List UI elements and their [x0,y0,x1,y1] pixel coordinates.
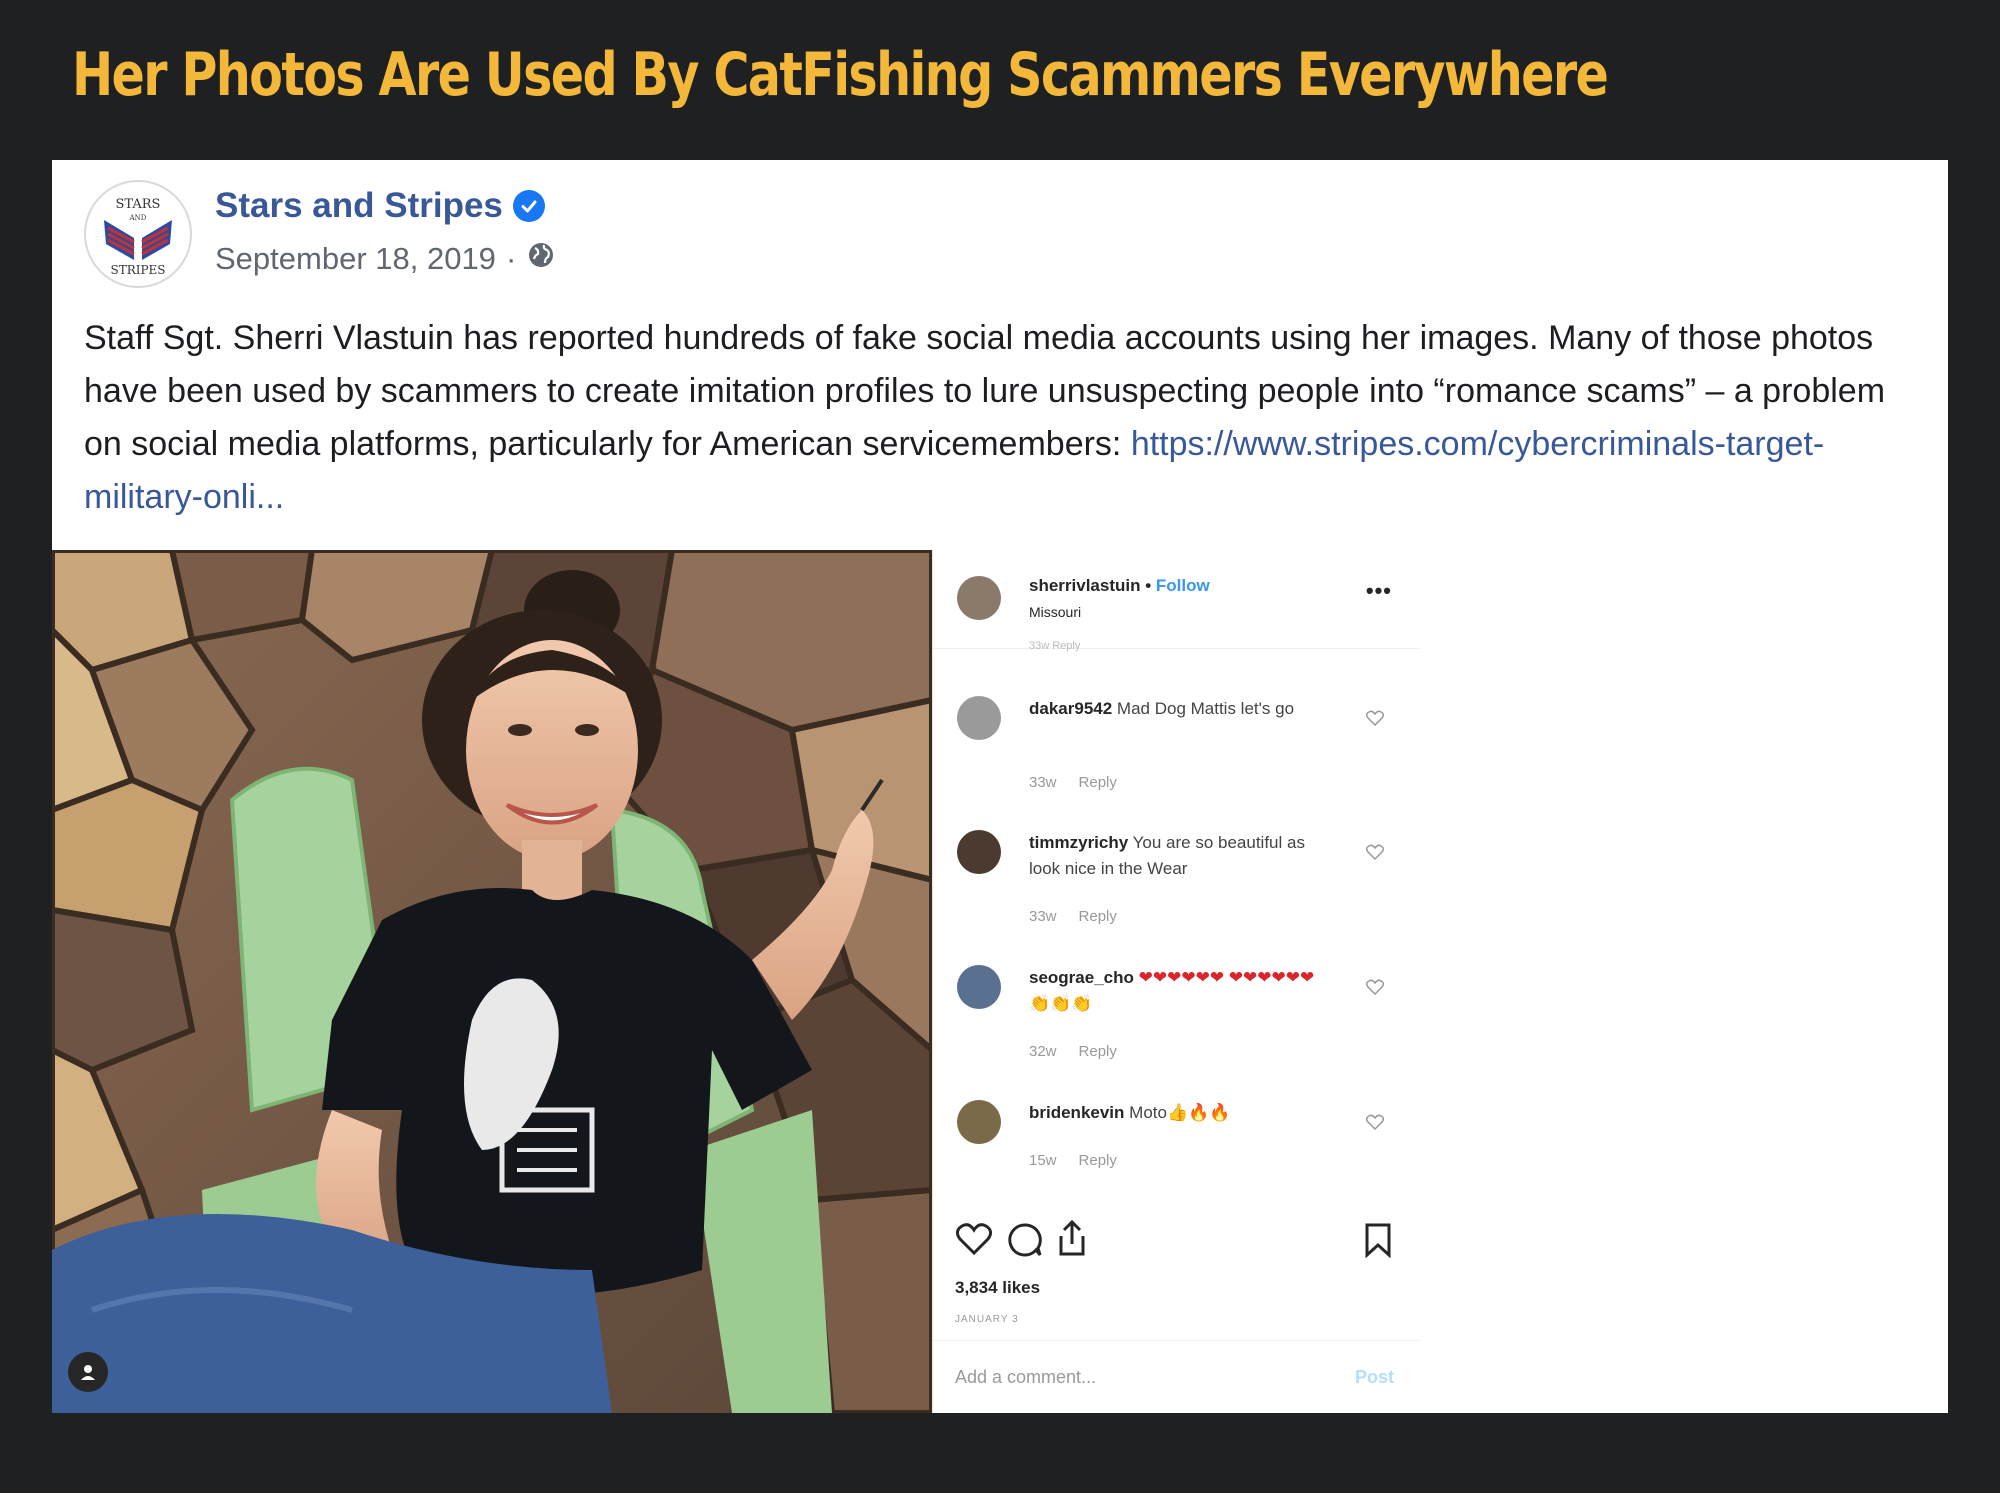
stars-and-stripes-logo: STARS AND STRIPES [88,184,188,284]
ig-location[interactable]: Missouri [1029,604,1081,620]
post-meta: September 18, 2019 · [215,240,556,278]
comment-user[interactable]: timmzyrichy [1029,833,1128,852]
globe-icon [526,240,556,278]
page-name[interactable]: Stars and Stripes [215,186,503,226]
reply-button[interactable]: Reply [1079,1152,1117,1169]
comment-avatar[interactable] [957,1100,1001,1144]
comment-meta: 32w Reply [1029,1043,1117,1060]
account-icon[interactable] [68,1352,108,1392]
like-comment-icon[interactable] [1366,844,1384,860]
comment-meta: 33w Reply [1029,774,1117,791]
comment-age: 32w [1029,1043,1057,1060]
ig-header: sherrivlastuin • Follow Missouri ••• [933,550,1419,649]
comment-age: 15w [1029,1152,1057,1169]
comment-text: bridenkevin Moto👍🔥🔥 [1029,1100,1329,1126]
comment-body: Moto👍🔥🔥 [1129,1103,1231,1122]
comment-avatar[interactable] [957,965,1001,1009]
ig-follow-button[interactable]: Follow [1156,576,1210,595]
ig-username-row: sherrivlastuin • Follow [1029,576,1210,596]
comment-text: timmzyrichy You are so beautiful as look… [1029,830,1329,882]
instagram-panel: sherrivlastuin • Follow Missouri ••• 33w… [932,550,1419,1413]
comment-user[interactable]: dakar9542 [1029,699,1112,718]
ig-username[interactable]: sherrivlastuin [1029,576,1141,595]
like-comment-icon[interactable] [1366,1114,1384,1130]
bookmark-icon[interactable] [1364,1222,1392,1258]
clipped-comment-meta: 33w Reply [1029,640,1081,652]
add-comment-bar: Add a comment... Post [933,1340,1419,1413]
reply-button[interactable]: Reply [1079,908,1117,925]
comment-age: 33w [1029,908,1057,925]
headline: Her Photos Are Used By CatFishing Scamme… [72,40,1609,110]
facebook-post-card: STARS AND STRIPES Stars and Stripes Sept… [52,160,1948,1413]
share-icon[interactable] [1055,1218,1089,1258]
comment-text: seograe_cho ❤❤❤❤❤❤ ❤❤❤❤❤❤👏👏👏 [1029,965,1329,1017]
like-comment-icon[interactable] [1366,710,1384,726]
svg-text:STRIPES: STRIPES [110,263,165,277]
likes-count[interactable]: 3,834 likes [955,1278,1040,1298]
ig-avatar[interactable] [957,576,1001,620]
comment-body: Mad Dog Mattis let's go [1116,699,1295,718]
reply-button[interactable]: Reply [1079,1043,1117,1060]
post-date[interactable]: September 18, 2019 [215,241,496,277]
comment-icon[interactable] [1007,1222,1043,1258]
verified-badge-icon [512,190,545,222]
page-name-link[interactable]: Stars and Stripes [215,186,545,226]
svg-text:STARS: STARS [116,197,161,212]
comment-avatar[interactable] [957,830,1001,874]
comment-user[interactable]: bridenkevin [1029,1103,1124,1122]
more-options-icon[interactable]: ••• [1366,578,1392,604]
svg-text:AND: AND [129,214,147,222]
comment-user[interactable]: seograe_cho [1029,968,1134,987]
woman-photo [52,550,932,1413]
like-comment-icon[interactable] [1366,979,1384,995]
comment-age: 33w [1029,774,1057,791]
page-avatar[interactable]: STARS AND STRIPES [84,180,192,288]
meta-separator: · [505,241,517,276]
comment-avatar[interactable] [957,696,1001,740]
post-body: Staff Sgt. Sherri Vlastuin has reported … [84,312,1914,524]
post-comment-button[interactable]: Post [1355,1367,1394,1388]
heart-icon[interactable] [955,1222,993,1256]
comment-meta: 15w Reply [1029,1152,1117,1169]
reply-button[interactable]: Reply [1079,774,1117,791]
comment-meta: 33w Reply [1029,908,1117,925]
add-comment-input[interactable]: Add a comment... [955,1367,1096,1388]
comment-text: dakar9542 Mad Dog Mattis let's go [1029,696,1329,722]
post-image[interactable]: sherrivlastuin • Follow Missouri ••• 33w… [52,550,1419,1413]
ig-post-date: JANUARY 3 [955,1314,1019,1325]
ig-dot: • [1140,576,1156,595]
